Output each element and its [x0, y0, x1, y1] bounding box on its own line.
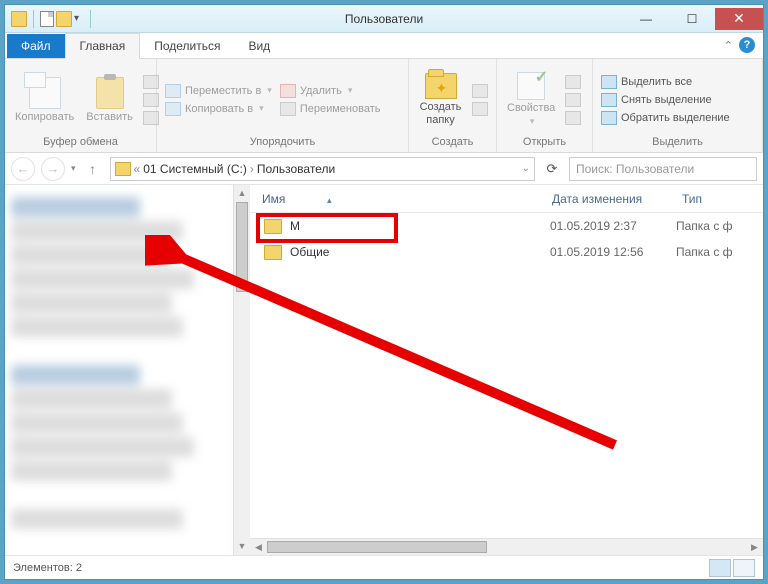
paste-shortcut-button[interactable] [141, 110, 161, 126]
copy-to-button[interactable]: Копировать в▾ [163, 101, 274, 117]
list-item[interactable]: M 01.05.2019 2:37 Папка с ф [250, 213, 763, 239]
title-bar: ▾ Пользователи — ☐ ✕ [5, 5, 763, 33]
file-date: 01.05.2019 2:37 [546, 219, 676, 233]
help-icon[interactable]: ? [739, 37, 755, 53]
column-headers: Имя▲ Дата изменения Тип [250, 185, 763, 213]
tab-view[interactable]: Вид [234, 34, 284, 58]
open-button[interactable] [563, 74, 583, 90]
address-bar[interactable]: « 01 Системный (C:) › Пользователи ⌄ [110, 157, 535, 181]
select-all-button[interactable]: Выделить все [599, 74, 732, 90]
history-dropdown[interactable]: ▾ [71, 163, 76, 174]
tab-file[interactable]: Файл [7, 34, 65, 58]
new-folder-button[interactable]: Создать папку [415, 71, 466, 127]
new-group-label: Создать [415, 136, 490, 150]
qat-dropdown[interactable]: ▾ [74, 13, 84, 24]
file-name: Общие [290, 245, 546, 259]
edit-button[interactable] [563, 92, 583, 108]
ribbon-tabs: Файл Главная Поделиться Вид ⌃ ? [5, 33, 763, 59]
ribbon: Копировать Вставить Буфер обмена Перемес… [5, 59, 763, 153]
properties-label: Свойства [507, 102, 555, 114]
invert-selection-button[interactable]: Обратить выделение [599, 110, 732, 126]
status-bar: Элементов: 2 [5, 555, 763, 579]
select-none-button[interactable]: Снять выделение [599, 92, 732, 108]
forward-button[interactable]: → [41, 157, 65, 181]
properties-icon [517, 72, 545, 100]
folder-icon [264, 219, 282, 234]
column-type[interactable]: Тип [670, 192, 763, 206]
paste-icon [96, 77, 124, 109]
address-row: ← → ▾ ↑ « 01 Системный (C:) › Пользовате… [5, 153, 763, 185]
address-seg-drive[interactable]: 01 Системный (C:) [143, 162, 247, 176]
explorer-window: ▾ Пользователи — ☐ ✕ Файл Главная Подели… [4, 4, 764, 580]
properties-button[interactable]: Свойства ▾ [503, 70, 559, 129]
folder-icon [264, 245, 282, 260]
file-list: Имя▲ Дата изменения Тип M 01.05.2019 2:3… [250, 185, 763, 555]
copy-icon [29, 77, 61, 109]
cut-button[interactable] [141, 74, 161, 90]
content-area: ▲▼ Имя▲ Дата изменения Тип M 01.05.2019 … [5, 185, 763, 555]
clipboard-group-label: Буфер обмена [11, 136, 150, 150]
column-name[interactable]: Имя▲ [250, 192, 540, 206]
file-type: Папка с ф [676, 245, 733, 259]
column-date[interactable]: Дата изменения [540, 192, 670, 206]
paste-label: Вставить [86, 111, 133, 123]
file-type: Папка с ф [676, 219, 733, 233]
file-date: 01.05.2019 12:56 [546, 245, 676, 259]
app-icon [11, 11, 27, 27]
new-folder-icon [425, 73, 457, 99]
open-group-label: Открыть [503, 136, 586, 150]
paste-button[interactable]: Вставить [82, 75, 137, 125]
easy-access-button[interactable] [470, 101, 490, 117]
search-input[interactable]: Поиск: Пользователи [569, 157, 757, 181]
tab-share[interactable]: Поделиться [140, 34, 234, 58]
file-name: M [290, 219, 546, 233]
refresh-button[interactable]: ⟳ [541, 161, 563, 177]
window-title: Пользователи [345, 12, 423, 26]
copy-path-button[interactable] [141, 92, 161, 108]
move-to-button[interactable]: Переместить в▾ [163, 83, 274, 99]
copy-button[interactable]: Копировать [11, 75, 78, 125]
maximize-button[interactable]: ☐ [669, 8, 715, 30]
qat-new-icon[interactable] [40, 11, 54, 27]
minimize-button[interactable]: — [623, 8, 669, 30]
new-item-button[interactable] [470, 83, 490, 99]
copy-label: Копировать [15, 111, 74, 123]
delete-button[interactable]: Удалить▾ [278, 83, 383, 99]
history-button[interactable] [563, 110, 583, 126]
new-folder-label: Создать папку [419, 101, 462, 125]
address-seg-folder[interactable]: Пользователи [257, 162, 335, 176]
list-scrollbar-h[interactable]: ◀▶ [250, 538, 763, 555]
close-button[interactable]: ✕ [715, 8, 763, 30]
up-button[interactable]: ↑ [82, 158, 104, 180]
view-details-button[interactable] [709, 559, 731, 577]
back-button[interactable]: ← [11, 157, 35, 181]
list-item[interactable]: Общие 01.05.2019 12:56 Папка с ф [250, 239, 763, 265]
status-text: Элементов: 2 [13, 562, 82, 574]
navigation-pane[interactable] [5, 185, 233, 555]
rename-button[interactable]: Переименовать [278, 101, 383, 117]
select-group-label: Выделить [599, 136, 756, 150]
tab-home[interactable]: Главная [65, 33, 141, 59]
ribbon-expand-icon[interactable]: ⌃ [724, 39, 733, 52]
qat-properties-icon[interactable] [56, 11, 72, 27]
nav-scrollbar[interactable]: ▲▼ [233, 185, 250, 555]
view-icons-button[interactable] [733, 559, 755, 577]
folder-icon [115, 162, 131, 176]
organize-group-label: Упорядочить [163, 136, 402, 150]
